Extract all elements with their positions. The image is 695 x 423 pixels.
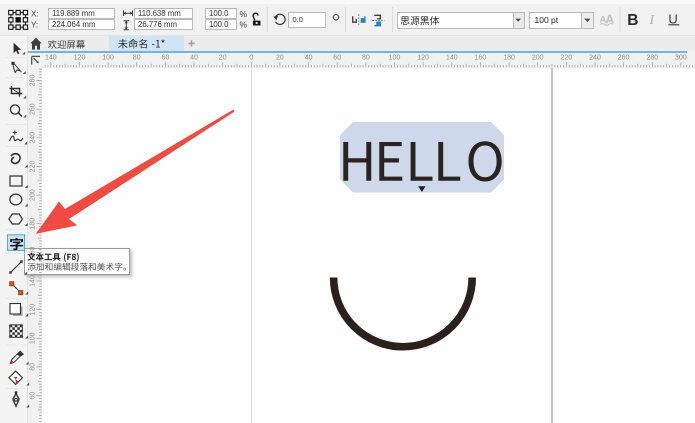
svg-text:300: 300 [675,55,687,62]
svg-text:200: 200 [30,189,37,201]
svg-text:240: 240 [30,132,37,144]
svg-text:60: 60 [162,55,170,62]
svg-text:180: 180 [503,55,515,62]
svg-text:280: 280 [646,55,658,62]
svg-text:180: 180 [30,218,37,230]
svg-text:80: 80 [362,55,370,62]
svg-text:I: I [649,13,656,28]
svg-text:140: 140 [446,55,458,62]
svg-text:160: 160 [475,55,487,62]
svg-text:B: B [627,12,638,29]
svg-text:140: 140 [30,275,37,287]
svg-text:40: 40 [305,55,313,62]
svg-text:240: 240 [589,55,601,62]
svg-text:80: 80 [30,363,37,371]
svg-text:Y:: Y: [31,20,38,29]
svg-text:120: 120 [74,55,86,62]
svg-text:100: 100 [389,55,401,62]
svg-text:0: 0 [249,55,253,62]
svg-text:U: U [668,11,677,26]
svg-text:100: 100 [102,55,114,62]
svg-text:60: 60 [30,392,37,400]
svg-text:280: 280 [30,75,37,87]
svg-text:100: 100 [30,332,37,344]
svg-text:60: 60 [333,55,341,62]
svg-text:260: 260 [618,55,630,62]
svg-text:220: 220 [560,55,572,62]
svg-text:X:: X: [31,9,39,18]
svg-text:260: 260 [30,103,37,115]
svg-text:A: A [605,13,614,27]
svg-text:80: 80 [133,55,141,62]
svg-text:40: 40 [190,55,198,62]
svg-text:120: 120 [417,55,429,62]
svg-text:20: 20 [276,55,284,62]
svg-text:120: 120 [30,304,37,316]
svg-text:%: % [240,20,248,30]
svg-text:140: 140 [45,55,57,62]
svg-text:200: 200 [532,55,544,62]
svg-text:220: 220 [30,161,37,173]
svg-text:%: % [240,9,248,19]
svg-text:20: 20 [219,55,227,62]
